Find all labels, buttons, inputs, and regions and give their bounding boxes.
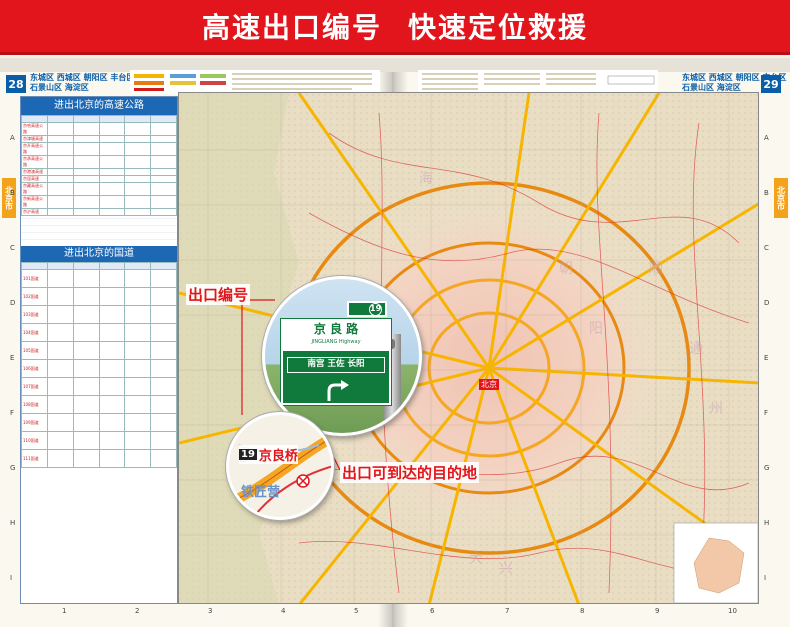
highway-exit-sign: 京 良 路 JINGLIANG Highway 南宫 王佐 长阳 <box>280 318 392 406</box>
bridge-map-drawing <box>229 432 331 517</box>
exit-number-tag: 19 <box>347 301 387 317</box>
bridge-name: 京良桥 <box>258 449 298 464</box>
exit-number-callout: 出口编号 <box>186 284 251 305</box>
bridge-number: 19 <box>239 449 257 460</box>
bridge-label: 19 京良桥 <box>239 445 298 464</box>
exit-arrow-icon <box>327 380 349 401</box>
town-label: 铁匠营 <box>241 485 281 500</box>
sign-road-name-en: JINGLIANG Highway <box>311 339 361 345</box>
sign-destinations: 南宫 王佐 长阳 <box>287 357 385 373</box>
sign-road-name: 京 良 路 <box>313 322 359 336</box>
bridge-zoom-circle: 19 京良桥 铁匠营 <box>226 412 334 520</box>
destination-callout: 出口可到达的目的地 <box>340 462 480 483</box>
sign-road-name-panel: 京 良 路 JINGLIANG Highway <box>283 321 389 351</box>
